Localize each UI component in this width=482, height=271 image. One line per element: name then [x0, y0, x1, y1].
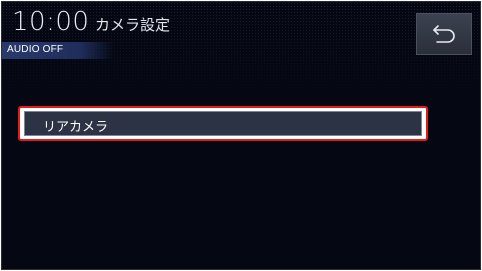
- camera-settings-screen: 10:00 カメラ設定 AUDIO OFF リアカメラ: [1, 1, 481, 270]
- audio-status-text: AUDIO OFF: [7, 44, 64, 55]
- clock: 10:00: [12, 7, 90, 37]
- page-title: カメラ設定: [95, 16, 171, 34]
- rear-camera-button[interactable]: リアカメラ: [24, 111, 422, 136]
- rear-camera-label: リアカメラ: [43, 120, 109, 135]
- back-button[interactable]: [416, 13, 472, 55]
- back-arrow-icon: [433, 25, 455, 43]
- audio-status-bar: AUDIO OFF: [2, 42, 114, 59]
- selection-highlight: リアカメラ: [18, 106, 428, 141]
